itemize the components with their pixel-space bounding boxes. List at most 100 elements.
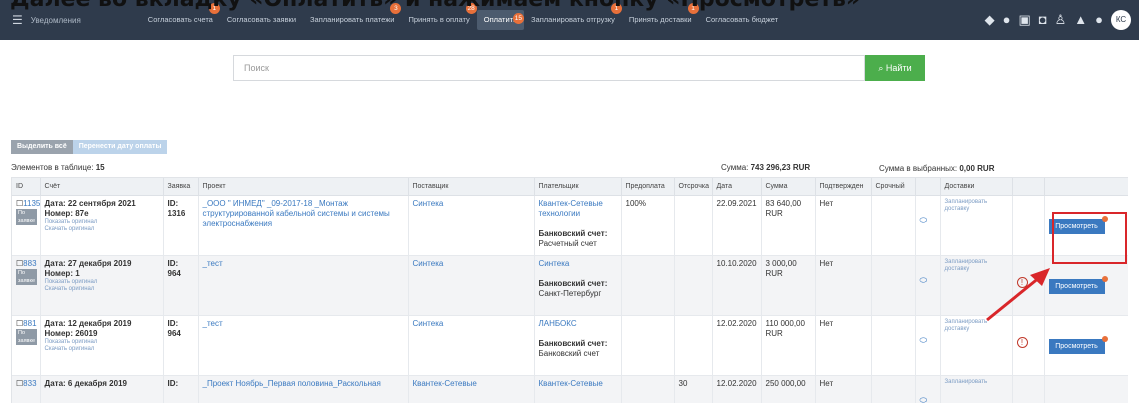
- comment-icon[interactable]: ⬭: [920, 215, 936, 225]
- bank-label: Банковский счет:: [538, 228, 608, 238]
- column-header[interactable]: Плательщик: [534, 178, 622, 196]
- amount: 3 000,00 RUR: [765, 258, 797, 278]
- confirmed: Нет: [819, 318, 834, 328]
- header-icons: ◆ ● ▣ ◘ ♙ ▲ ● КС: [985, 10, 1131, 30]
- view-button[interactable]: Просмотреть: [1048, 335, 1108, 354]
- notifications-link[interactable]: Уведомления: [31, 16, 81, 25]
- column-header[interactable]: [1012, 178, 1045, 196]
- sum-value: 743 296,23 RUR: [750, 163, 811, 172]
- row-id[interactable]: 833: [23, 379, 36, 388]
- comment-icon[interactable]: ⬭: [920, 395, 936, 403]
- invoices-table: ID Счёт Заявка Проект Поставщик Плательщик Пре…: [11, 177, 1128, 403]
- chat-icon[interactable]: ●: [1095, 10, 1103, 30]
- payer-link[interactable]: Квантек-Сетевые: [539, 379, 603, 388]
- column-header[interactable]: Доставки: [940, 178, 1013, 196]
- confirmed: Нет: [819, 198, 834, 208]
- android-icon[interactable]: ◆: [985, 10, 995, 30]
- original-link[interactable]: Показать оригинал: [45, 279, 159, 286]
- project-link[interactable]: _ООО " ИНМЕД" _09-2017-18 _Монтаж структ…: [203, 199, 390, 228]
- warning-icon: !: [1016, 336, 1028, 348]
- row-id[interactable]: 881: [23, 319, 36, 328]
- project-link[interactable]: _тест: [203, 259, 223, 268]
- instruction-caption: Далее во вкладку «Оплатить» и нажимаем к…: [0, 0, 1139, 11]
- gift-icon[interactable]: ▣: [1018, 10, 1030, 30]
- table-row[interactable]: ☐833 Дата: 6 декабря 2019 ID: _Проект Ноябр…: [12, 375, 1128, 403]
- supplier-link[interactable]: Синтека: [413, 259, 444, 268]
- column-header[interactable]: Срочный: [871, 178, 916, 196]
- original-link[interactable]: Показать оригинал: [45, 219, 159, 226]
- column-header[interactable]: [915, 178, 941, 196]
- column-header[interactable]: Предоплата: [621, 178, 675, 196]
- status-badge: По заявке: [16, 268, 38, 285]
- original-link[interactable]: Скачать оригинал: [45, 346, 159, 353]
- column-header[interactable]: Отсрочка: [674, 178, 713, 196]
- tab-badge: 15: [512, 13, 525, 24]
- search-button[interactable]: ⌕ Найти: [865, 55, 925, 81]
- supplier-link[interactable]: Синтека: [413, 319, 444, 328]
- column-header[interactable]: Заявка: [163, 178, 199, 196]
- invoice-info: Дата: 22 сентября 2021 Номер: 87е: [44, 198, 136, 218]
- bulk-actions: Выделить всё Перенести дату оплаты: [11, 140, 168, 154]
- column-header[interactable]: [1044, 178, 1128, 196]
- bank-account: Банковский счет: [538, 348, 600, 358]
- table-header: ID Счёт Заявка Проект Поставщик Плательщик Пре…: [12, 178, 1128, 196]
- move-payment-date-button[interactable]: Перенести дату оплаты: [72, 140, 168, 154]
- items-count: Элементов в таблице: 15: [11, 163, 105, 172]
- column-header[interactable]: Сумма: [761, 178, 816, 196]
- payer-link[interactable]: Синтека: [539, 259, 570, 268]
- column-header[interactable]: Подтвержден: [815, 178, 872, 196]
- date: 12.02.2020: [716, 318, 757, 328]
- original-link[interactable]: Скачать оригинал: [45, 286, 159, 293]
- column-header[interactable]: Проект: [198, 178, 409, 196]
- column-header[interactable]: Поставщик: [408, 178, 535, 196]
- project-link[interactable]: _Проект Ноябрь_Первая половина_Раскольна…: [203, 379, 381, 388]
- delay: 30: [678, 378, 688, 388]
- select-all-button[interactable]: Выделить всё: [11, 140, 73, 154]
- table-row[interactable]: ☐883 По заявке Дата: 27 декабря 2019 Номер…: [12, 255, 1128, 316]
- table-body: ☐1135 По заявке Дата: 22 сентября 2021 Ном…: [12, 195, 1128, 403]
- schedule-delivery-link[interactable]: Запланировать: [945, 379, 1008, 386]
- view-button[interactable]: Просмотреть: [1048, 275, 1108, 294]
- table-row[interactable]: ☐1135 По заявке Дата: 22 сентября 2021 Ном…: [12, 195, 1128, 256]
- column-header[interactable]: Счёт: [40, 178, 164, 196]
- view-button-highlight: [1052, 212, 1127, 264]
- status-badge: По заявке: [16, 208, 38, 225]
- original-link[interactable]: Скачать оригинал: [45, 226, 159, 233]
- request-id: ID: 964: [167, 318, 181, 338]
- column-header[interactable]: Дата: [712, 178, 762, 196]
- table-row[interactable]: ☐881 По заявке Дата: 12 декабря 2019 Номер…: [12, 315, 1128, 376]
- selected-sum-value: 0,00 RUR: [959, 164, 995, 173]
- original-link[interactable]: Показать оригинал: [45, 339, 159, 346]
- row-id[interactable]: 1135: [23, 199, 39, 208]
- comment-icon[interactable]: ⬭: [920, 335, 936, 345]
- user-icon[interactable]: ♙: [1055, 10, 1067, 30]
- schedule-delivery-link[interactable]: Запланировать доставку: [945, 199, 1008, 213]
- count-label: Элементов в таблице:: [11, 163, 94, 172]
- invoice-info: Дата: 27 декабря 2019 Номер: 1: [44, 258, 132, 278]
- schedule-delivery-link[interactable]: Запланировать доставку: [945, 259, 1008, 273]
- column-header[interactable]: ID: [12, 178, 41, 196]
- date: 12.02.2020: [716, 378, 757, 388]
- schedule-delivery-link[interactable]: Запланировать доставку: [945, 319, 1008, 333]
- project-link[interactable]: _тест: [203, 319, 223, 328]
- comment-icon[interactable]: ⬭: [920, 275, 936, 285]
- rocket-icon[interactable]: ▲: [1074, 10, 1087, 30]
- supplier-link[interactable]: Синтека: [413, 199, 444, 208]
- payer-link[interactable]: Квантек-Сетевые технологии: [539, 199, 603, 218]
- payer-link[interactable]: ЛАНБОКС: [539, 319, 577, 328]
- hamburger-icon[interactable]: ☰: [12, 13, 23, 27]
- message-icon[interactable]: ◘: [1039, 10, 1047, 30]
- count-value: 15: [95, 163, 105, 172]
- date: 10.10.2020: [716, 258, 757, 268]
- tab-4[interactable]: Оплатить 15: [476, 10, 525, 30]
- prepayment: 100%: [625, 198, 646, 208]
- bank-label: Банковский счет:: [538, 338, 608, 348]
- invoice-info: Дата: 12 декабря 2019 Номер: 26019: [44, 318, 132, 338]
- row-id[interactable]: 883: [23, 259, 36, 268]
- apple-icon[interactable]: ●: [1003, 10, 1011, 30]
- date: 22.09.2021: [716, 198, 757, 208]
- supplier-link[interactable]: Квантек-Сетевые: [413, 379, 477, 388]
- search-input[interactable]: Поиск: [233, 55, 865, 81]
- avatar[interactable]: КС: [1111, 10, 1131, 30]
- amount: 83 640,00 RUR: [765, 198, 802, 218]
